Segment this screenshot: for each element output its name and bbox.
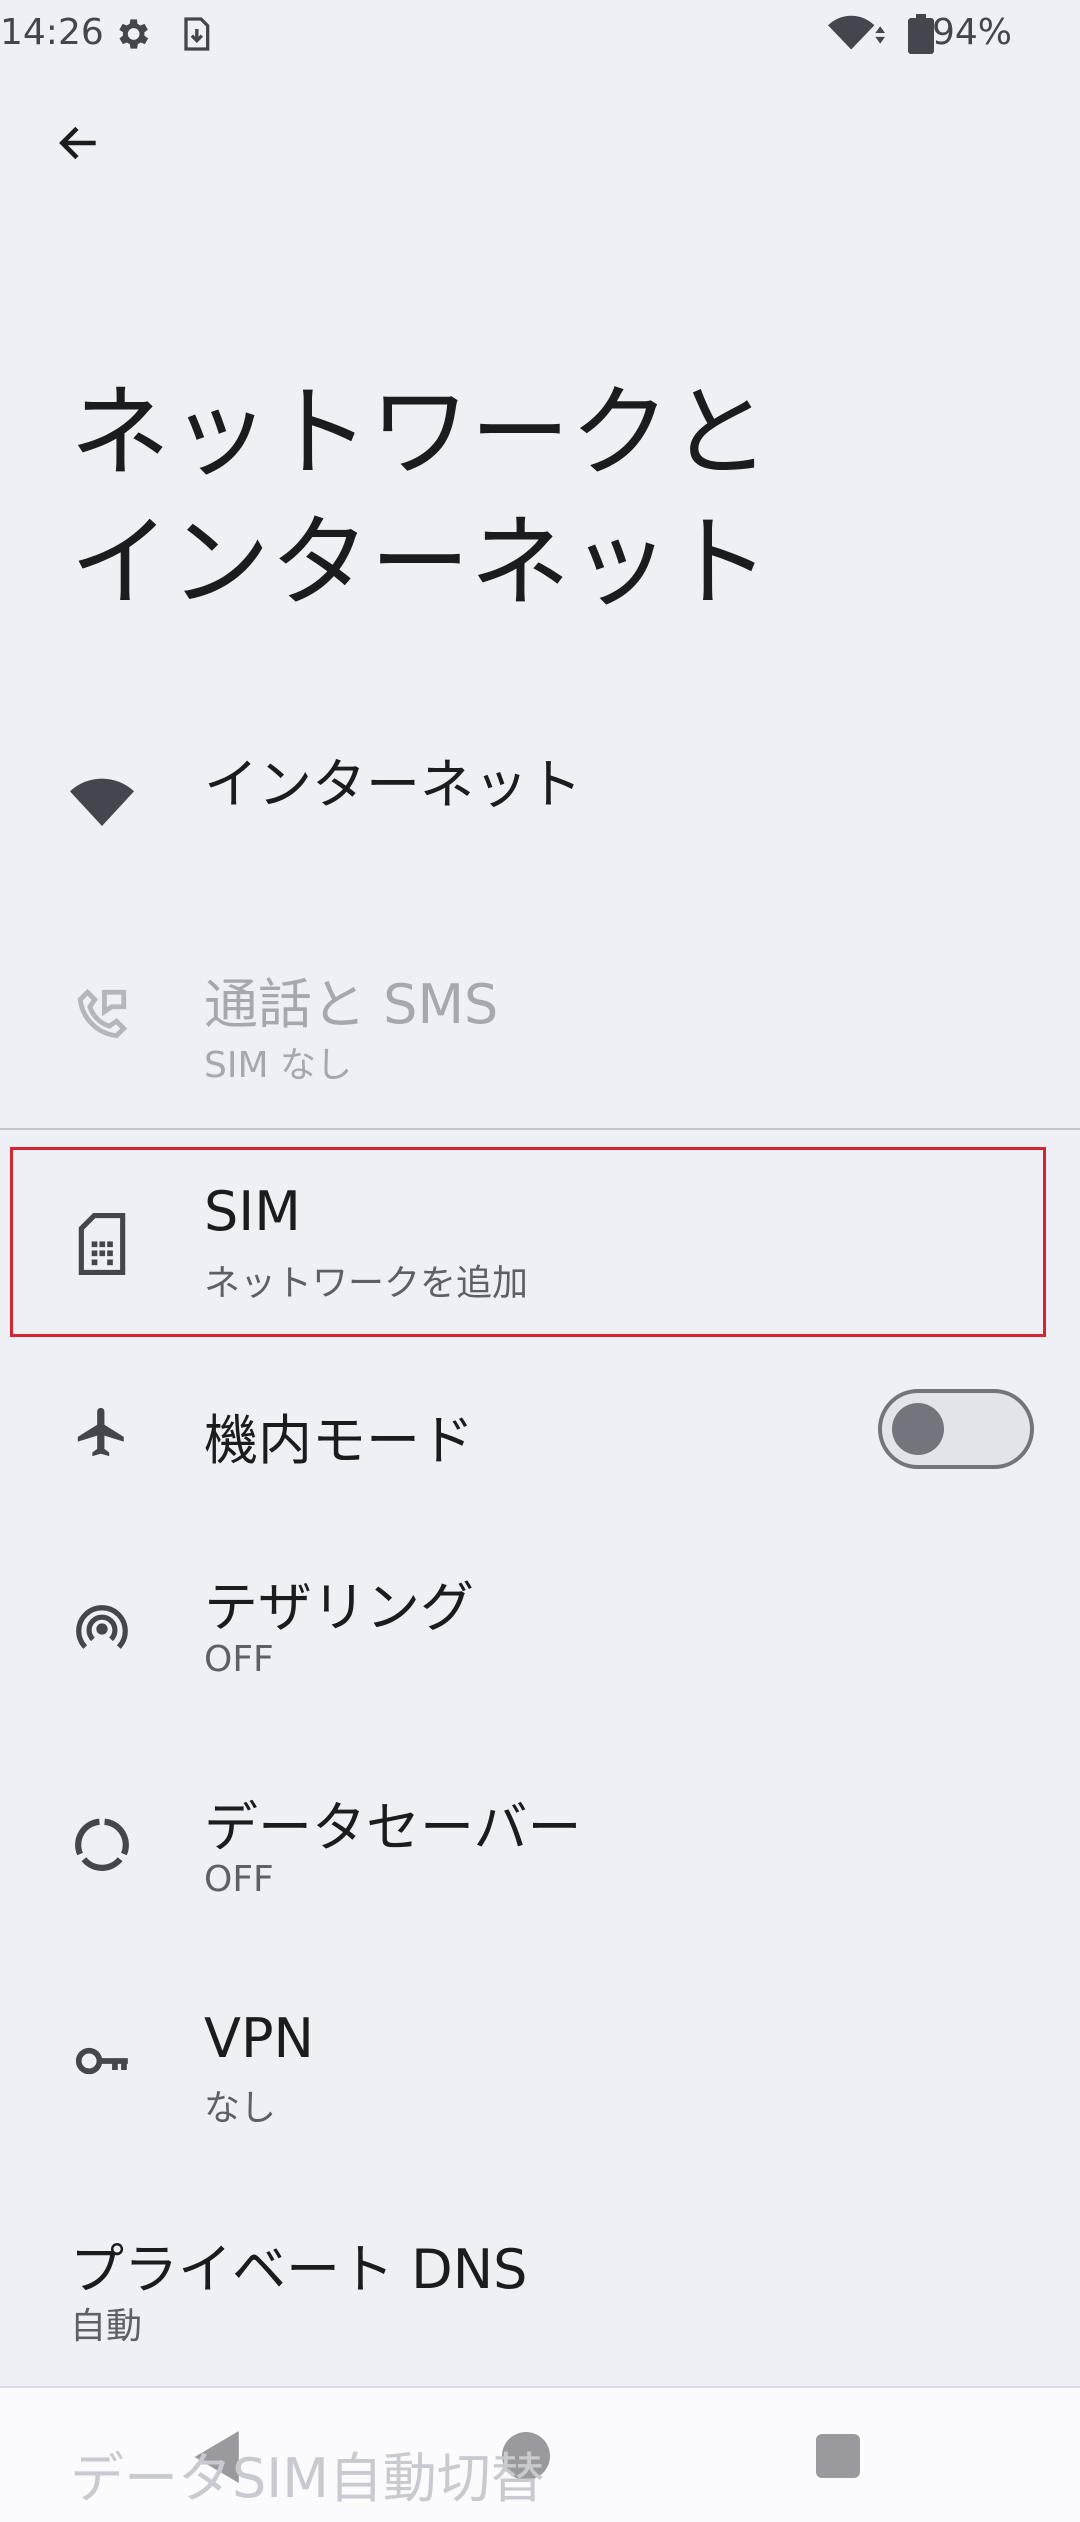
toggle-knob	[892, 1403, 944, 1455]
recents-square-icon[interactable]	[816, 2434, 860, 2478]
gear-icon	[119, 19, 149, 49]
hotspot-icon	[70, 1597, 134, 1661]
airplane-icon	[70, 1400, 134, 1464]
internet-item[interactable]: インターネット	[0, 720, 1080, 880]
tethering-subtitle: OFF	[204, 1639, 274, 1680]
vpn-title: VPN	[204, 2007, 314, 2070]
data-saver-item[interactable]: データセーバー OFF	[0, 1765, 1080, 1925]
tethering-item[interactable]: テザリング OFF	[0, 1545, 1080, 1705]
wifi-icon	[828, 15, 886, 50]
back-button[interactable]	[36, 100, 122, 186]
status-bar: 14:26 94%	[0, 0, 1080, 70]
tethering-title: テザリング	[204, 1576, 474, 1639]
calls-sms-item: 通話と SMS SIM なし	[0, 940, 1080, 1090]
internet-title: インターネット	[204, 753, 582, 816]
vpn-key-icon	[70, 2029, 134, 2093]
vpn-subtitle: なし	[204, 2088, 277, 2129]
sim-item[interactable]: SIM ネットワークを追加	[0, 1160, 1080, 1330]
page-title-line2: インターネット	[70, 504, 770, 621]
battery-percent: 94%	[931, 12, 1012, 53]
airplane-mode-toggle[interactable]	[878, 1389, 1034, 1469]
sim-title: SIM	[204, 1180, 301, 1243]
private-dns-subtitle: 自動	[70, 2306, 143, 2347]
call-sms-icon	[70, 982, 134, 1046]
sim-subtitle: ネットワークを追加	[204, 1263, 529, 1304]
battery-icon	[908, 14, 934, 54]
airplane-mode-title: 機内モード	[204, 1409, 474, 1472]
calls-sms-subtitle: SIM なし	[204, 1045, 352, 1086]
page-title: ネットワークと インターネット	[70, 368, 770, 628]
download-icon	[184, 17, 210, 51]
page-title-line1: ネットワークと	[70, 374, 770, 491]
wifi-icon	[70, 770, 134, 834]
private-dns-title: プライベート DNS	[70, 2238, 528, 2301]
calls-sms-title: 通話と SMS	[204, 973, 499, 1036]
status-time: 14:26	[0, 12, 104, 53]
vpn-item[interactable]: VPN なし	[0, 1985, 1080, 2145]
data-sim-auto-switch-title: データSIM自動切替	[70, 2447, 545, 2510]
data-saver-subtitle: OFF	[204, 1859, 274, 1900]
data-saver-title: データセーバー	[204, 1796, 582, 1859]
private-dns-item[interactable]: プライベート DNS 自動	[0, 2205, 1080, 2365]
arrow-left-icon	[59, 126, 96, 160]
data-saver-icon	[70, 1813, 134, 1877]
section-divider	[0, 1128, 1080, 1130]
sim-card-icon	[70, 1212, 134, 1276]
